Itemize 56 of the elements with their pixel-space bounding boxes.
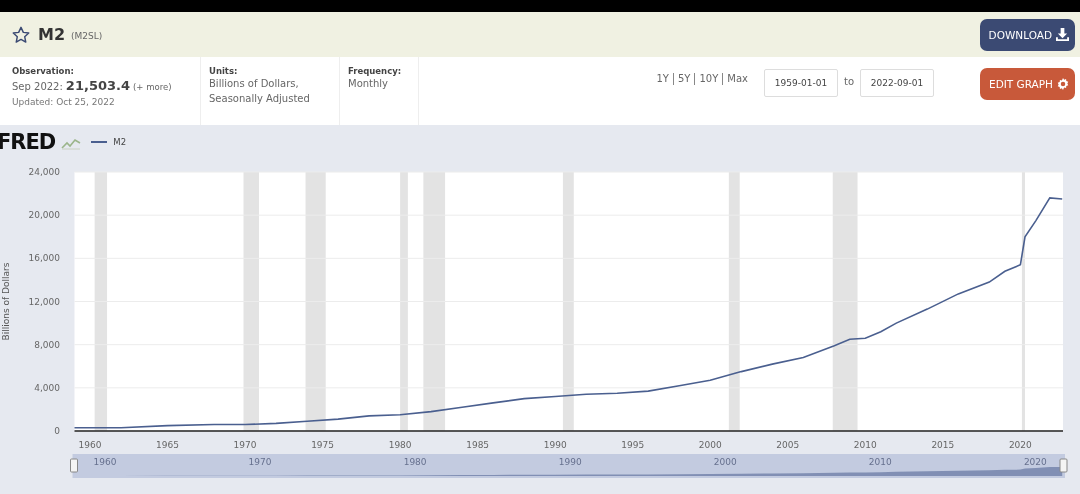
y-tick-label: 12,000	[28, 296, 60, 307]
navigator-handle[interactable]	[1059, 458, 1068, 473]
download-button[interactable]: DOWNLOAD	[979, 18, 1075, 51]
navigator-label: 1980	[403, 457, 427, 467]
units-value: Billions of Dollars, Seasonally Adjusted	[209, 77, 311, 106]
range-link[interactable]: 10Y	[694, 73, 723, 85]
range-link[interactable]: 1Y	[652, 73, 673, 85]
observation-value: 21,503.4	[65, 78, 130, 93]
x-tick-label: 1980	[388, 440, 412, 450]
start-date-field[interactable]: 1959-01-01	[763, 69, 838, 97]
x-tick-label: 2020	[1008, 440, 1032, 450]
observation-date: Sep 2022:	[12, 80, 63, 94]
navigator-label: 2020	[1023, 457, 1047, 467]
x-tick-label: 2015	[931, 440, 955, 450]
y-tick-label: 4,000	[34, 382, 60, 393]
navigator-label: 1970	[248, 457, 272, 467]
y-axis-label: Billions of Dollars	[1, 262, 11, 341]
x-tick-label: 1975	[311, 440, 335, 450]
navigator-label: 1990	[558, 457, 582, 467]
legend-label: M2	[113, 136, 127, 147]
frequency-value: Monthly	[348, 77, 390, 91]
series-id: (M2SL)	[71, 31, 103, 41]
x-tick-label: 1990	[543, 440, 567, 450]
end-date-field[interactable]: 2022-09-01	[860, 69, 934, 97]
download-icon	[1056, 28, 1069, 41]
x-tick-label: 1970	[233, 440, 257, 450]
x-tick-label: 1960	[78, 440, 102, 450]
navigator-label: 2000	[713, 457, 737, 467]
x-tick-label: 1995	[621, 440, 645, 450]
navigator-handle[interactable]	[70, 458, 78, 473]
navigator-track[interactable]	[72, 454, 1065, 478]
gear-icon	[1057, 78, 1069, 90]
range-link[interactable]: 5Y	[672, 73, 695, 85]
y-tick-label: 16,000	[28, 253, 60, 264]
y-tick-label: 8,000	[34, 339, 60, 350]
range-link[interactable]: Max	[722, 73, 752, 85]
updated-date: Updated: Oct 25, 2022	[12, 97, 116, 107]
x-tick-label: 1985	[466, 440, 490, 450]
observation-label: Observation:	[12, 66, 75, 76]
navigator-label: 2010	[868, 457, 892, 467]
more-link[interactable]: (+ more)	[133, 82, 172, 92]
to-label: to	[843, 76, 854, 87]
x-tick-label: 2005	[776, 440, 800, 450]
y-tick-label: 20,000	[28, 210, 60, 221]
y-tick-label: 0	[54, 426, 60, 436]
frequency-label: Frequency:	[348, 66, 403, 76]
navigator-label: 1960	[93, 457, 117, 467]
x-tick-label: 2010	[853, 440, 877, 450]
x-tick-label: 1965	[156, 440, 179, 450]
legend-line	[91, 139, 108, 144]
edit-graph-button[interactable]: EDIT GRAPH	[980, 68, 1075, 100]
units-label: Units:	[209, 66, 239, 76]
series-title: M2	[38, 25, 66, 44]
star-icon[interactable]	[12, 25, 30, 44]
y-tick-label: 24,000	[28, 167, 60, 177]
x-tick-label: 2000	[698, 440, 722, 450]
